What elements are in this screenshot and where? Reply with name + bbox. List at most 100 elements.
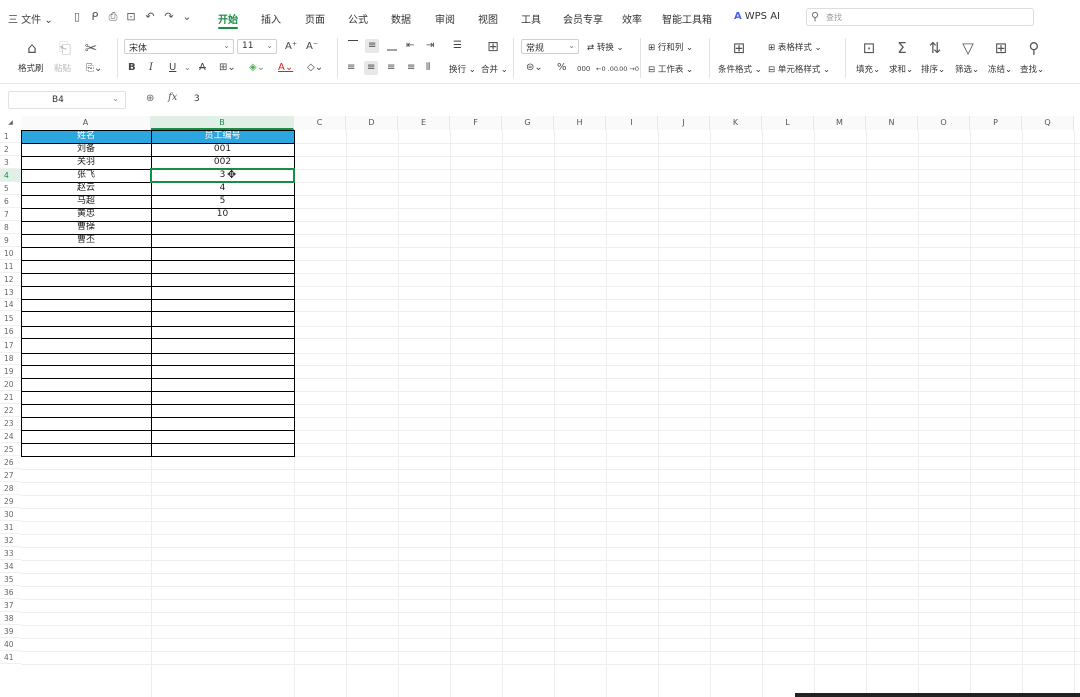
distribute-icon[interactable]: ⫴ xyxy=(426,62,430,74)
quick-access-more-icon[interactable]: ⌄ xyxy=(180,10,194,24)
row-header-24[interactable]: 24 xyxy=(0,430,21,443)
select-all-corner[interactable]: ◢ xyxy=(0,116,21,130)
row-header-26[interactable]: 26 xyxy=(0,456,21,469)
row-header-29[interactable]: 29 xyxy=(0,495,21,508)
number-format-select[interactable]: 常规 ⌄ xyxy=(521,39,579,54)
zoom-icon[interactable]: ⊕ xyxy=(146,93,154,104)
row-header-28[interactable]: 28 xyxy=(0,482,21,495)
tab-review[interactable]: 审阅 xyxy=(435,11,455,26)
conditional-format-button[interactable]: 条件格式 ⌄ xyxy=(718,63,762,75)
justify-icon[interactable]: ≡ xyxy=(407,62,415,74)
row-header-14[interactable]: 14 xyxy=(0,299,21,311)
sum-button[interactable]: 求和⌄ xyxy=(889,63,913,75)
column-header-h[interactable]: H xyxy=(554,116,606,130)
fill-icon[interactable]: ⊡ xyxy=(858,40,880,56)
increase-font-icon[interactable]: A⁺ xyxy=(285,41,297,53)
row-header-13[interactable]: 13 xyxy=(0,286,21,299)
row-header-38[interactable]: 38 xyxy=(0,612,21,625)
row-header-40[interactable]: 40 xyxy=(0,638,21,651)
merge-button[interactable]: 合并 ⌄ xyxy=(481,63,508,75)
strikethrough-button[interactable]: A xyxy=(199,62,206,74)
align-top-icon[interactable]: ⎺ xyxy=(348,40,358,52)
row-header-21[interactable]: 21 xyxy=(0,391,21,404)
print-icon[interactable]: ⎙ xyxy=(106,10,120,24)
freeze-button[interactable]: 冻结⌄ xyxy=(988,63,1012,75)
align-bottom-icon[interactable]: ⎽ xyxy=(387,40,397,52)
table-cell-b8[interactable] xyxy=(151,221,294,234)
column-header-m[interactable]: M xyxy=(814,116,866,130)
column-header-q[interactable]: Q xyxy=(1022,116,1074,130)
rows-cols-button[interactable]: ⊞ 行和列 ⌄ xyxy=(648,41,693,53)
redo-icon[interactable]: ↷ xyxy=(162,10,176,24)
row-header-39[interactable]: 39 xyxy=(0,625,21,638)
cell-style-button[interactable]: ⊟ 单元格样式 ⌄ xyxy=(768,63,830,75)
clear-format-icon[interactable]: ◇⌄ xyxy=(307,62,323,74)
search-input[interactable]: ⚲ 查找 xyxy=(806,8,1034,26)
italic-button[interactable]: I xyxy=(149,62,153,74)
row-header-25[interactable]: 25 xyxy=(0,443,21,456)
row-header-9[interactable]: 9 xyxy=(0,234,21,247)
column-header-k[interactable]: K xyxy=(710,116,762,130)
row-header-35[interactable]: 35 xyxy=(0,573,21,586)
indent-decrease-icon[interactable]: ⇤ xyxy=(406,40,414,52)
sort-icon[interactable]: ⇅ xyxy=(924,40,946,56)
column-header-d[interactable]: D xyxy=(346,116,398,130)
underline-button[interactable]: U xyxy=(169,62,176,74)
tab-data[interactable]: 数据 xyxy=(391,11,411,26)
save-icon[interactable]: ▯ xyxy=(70,10,84,24)
border-icon[interactable]: ⊞⌄ xyxy=(219,62,236,74)
table-header-cell[interactable]: 员工编号 xyxy=(151,130,294,143)
row-header-10[interactable]: 10 xyxy=(0,247,21,260)
row-header-41[interactable]: 41 xyxy=(0,651,21,664)
column-header-i[interactable]: I xyxy=(606,116,658,130)
align-left-icon[interactable]: ≡ xyxy=(347,62,355,74)
worksheet-button[interactable]: ⊟ 工作表 ⌄ xyxy=(648,63,693,75)
sum-icon[interactable]: Σ xyxy=(891,40,913,56)
table-cell-b7[interactable]: 10 xyxy=(151,208,294,221)
align-middle-icon[interactable]: ≡ xyxy=(365,39,380,53)
format-painter-label[interactable]: 格式刷 xyxy=(18,62,44,74)
merge-center-icon[interactable]: ⊞ xyxy=(482,39,504,55)
decimal-decrease-button[interactable]: .00 →0 xyxy=(617,63,639,75)
cut-icon[interactable]: ✂ xyxy=(80,40,102,56)
wps-ai-button[interactable]: A WPS AI xyxy=(734,11,780,22)
paste-icon[interactable]: ⎗ xyxy=(54,40,76,56)
tab-smart-toolbox[interactable]: 智能工具箱 xyxy=(662,11,712,26)
table-cell-a7[interactable]: 黄忠 xyxy=(21,208,151,221)
table-cell-b5[interactable]: 4 xyxy=(151,182,294,195)
fill-color-icon[interactable]: ◈⌄ xyxy=(249,62,265,74)
filter-icon[interactable]: ▽ xyxy=(957,40,979,56)
row-header-5[interactable]: 5 xyxy=(0,182,21,195)
indent-increase-icon[interactable]: ⇥ xyxy=(426,40,434,52)
table-cell-b2[interactable]: 001 xyxy=(151,143,294,156)
row-header-4[interactable]: 4 xyxy=(0,169,21,182)
row-header-33[interactable]: 33 xyxy=(0,547,21,560)
row-header-36[interactable]: 36 xyxy=(0,586,21,599)
underline-dropdown-icon[interactable]: ⌄ xyxy=(184,62,191,74)
column-header-a[interactable]: A xyxy=(21,116,151,130)
table-cell-a8[interactable]: 曹操 xyxy=(21,221,151,234)
align-center-icon[interactable]: ≡ xyxy=(364,61,379,75)
column-header-e[interactable]: E xyxy=(398,116,450,130)
column-header-j[interactable]: J xyxy=(658,116,710,130)
sort-button[interactable]: 排序⌄ xyxy=(921,63,945,75)
currency-icon[interactable]: ⊜⌄ xyxy=(526,62,543,74)
tab-home[interactable]: 开始 xyxy=(218,11,238,26)
thousands-button[interactable]: 000 xyxy=(577,63,590,75)
table-header-cell[interactable]: 姓名 xyxy=(21,130,151,143)
text-direction-icon[interactable]: ☰ xyxy=(453,40,462,52)
row-header-23[interactable]: 23 xyxy=(0,417,21,430)
decimal-increase-button[interactable]: ←0 .00 xyxy=(596,63,618,75)
row-header-11[interactable]: 11 xyxy=(0,260,21,273)
table-cell-a3[interactable]: 关羽 xyxy=(21,156,151,169)
tab-efficiency[interactable]: 效率 xyxy=(622,11,642,26)
column-header-l[interactable]: L xyxy=(762,116,814,130)
row-header-18[interactable]: 18 xyxy=(0,353,21,365)
row-header-8[interactable]: 8 xyxy=(0,221,21,234)
tab-tools[interactable]: 工具 xyxy=(521,11,541,26)
table-cell-b9[interactable] xyxy=(151,234,294,247)
table-style-button[interactable]: ⊞ 表格样式 ⌄ xyxy=(768,41,822,53)
save-as-icon[interactable]: ᑭ xyxy=(88,10,102,24)
conditional-format-icon[interactable]: ⊞ xyxy=(728,40,750,56)
row-header-6[interactable]: 6 xyxy=(0,195,21,208)
